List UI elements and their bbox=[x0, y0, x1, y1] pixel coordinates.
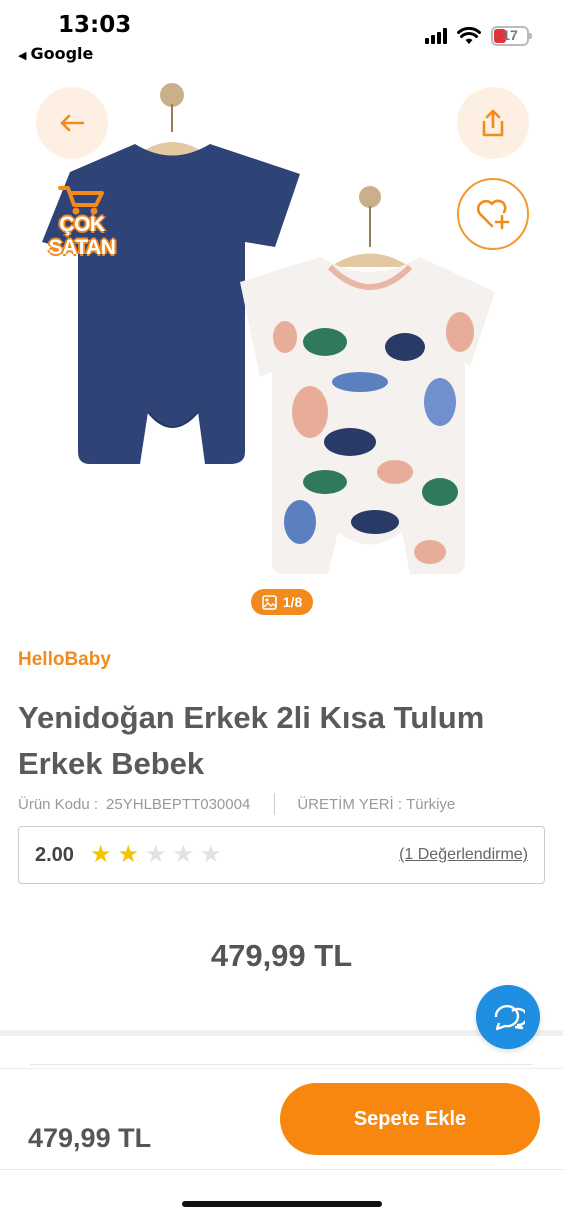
rating-score: 2.00 bbox=[35, 843, 74, 866]
image-icon bbox=[261, 594, 277, 610]
badge-text-line2: SATAN bbox=[48, 236, 116, 259]
share-button[interactable] bbox=[457, 87, 529, 159]
origin-value: Türkiye bbox=[406, 795, 456, 813]
star-icon: ★ bbox=[89, 841, 112, 868]
star-icon: ★ bbox=[144, 841, 167, 868]
thin-divider bbox=[30, 1064, 533, 1065]
system-icons: 17 bbox=[425, 26, 532, 46]
home-indicator[interactable] bbox=[182, 1201, 382, 1207]
product-code-value: 25YHLBEPTT030004 bbox=[106, 795, 251, 813]
brand-link[interactable]: HelloBaby bbox=[18, 649, 111, 671]
battery-icon: 17 bbox=[491, 26, 532, 46]
bestseller-badge: ÇOK SATAN bbox=[38, 183, 126, 273]
star-icon: ★ bbox=[200, 841, 222, 868]
add-to-cart-button[interactable]: Sepete Ekle bbox=[280, 1083, 540, 1155]
rating-stars: ★ ★ ★ ★ ★ bbox=[90, 843, 222, 867]
back-button[interactable] bbox=[36, 87, 108, 159]
rating-box: 2.00 ★ ★ ★ ★ ★ (1 Değerlendirme) bbox=[18, 826, 545, 884]
share-icon bbox=[482, 109, 504, 137]
origin-label: ÜRETİM YERİ : bbox=[297, 795, 403, 813]
cellular-signal-icon bbox=[425, 28, 447, 44]
back-to-app-link[interactable]: ◀ Google bbox=[18, 44, 93, 63]
battery-level: 17 bbox=[502, 27, 518, 43]
star-icon: ★ bbox=[117, 841, 139, 868]
add-to-favorites-button[interactable] bbox=[457, 178, 529, 250]
badge-text-line1: ÇOK bbox=[59, 213, 105, 236]
image-counter-text: 1/8 bbox=[282, 594, 303, 610]
codes-divider bbox=[274, 793, 276, 815]
back-triangle-icon: ◀ bbox=[18, 49, 27, 62]
reviews-link[interactable]: (1 Değerlendirme) bbox=[399, 846, 528, 864]
bottom-divider bbox=[0, 1169, 563, 1170]
product-title: Yenidoğan Erkek 2li Kısa Tulum Erkek Beb… bbox=[18, 700, 485, 781]
product-image bbox=[42, 83, 495, 574]
bottom-price: 479,99 TL bbox=[28, 1123, 152, 1153]
heart-plus-icon bbox=[476, 199, 510, 230]
status-bar: 13:03 ◀ Google 17 bbox=[0, 0, 563, 70]
product-price: 479,99 TL bbox=[210, 938, 353, 973]
chat-bubbles-icon bbox=[494, 1004, 525, 1031]
chat-button[interactable] bbox=[476, 985, 540, 1049]
back-app-label: Google bbox=[30, 44, 94, 63]
product-codes: Ürün Kodu : 25YHLBEPTT030004 ÜRETİM YERİ… bbox=[18, 793, 548, 815]
product-code-label: Ürün Kodu : bbox=[18, 795, 99, 813]
status-time: 13:03 bbox=[58, 12, 132, 38]
wifi-icon bbox=[457, 27, 481, 44]
image-counter: 1/8 bbox=[251, 589, 313, 615]
product-image-gallery[interactable]: ÇOK SATAN 1/8 bbox=[0, 70, 563, 625]
star-icon: ★ bbox=[172, 841, 194, 868]
arrow-left-icon bbox=[60, 114, 85, 132]
bottom-action-bar: 479,99 TL Sepete Ekle bbox=[0, 1068, 563, 1170]
shopping-cart-icon bbox=[58, 186, 104, 215]
